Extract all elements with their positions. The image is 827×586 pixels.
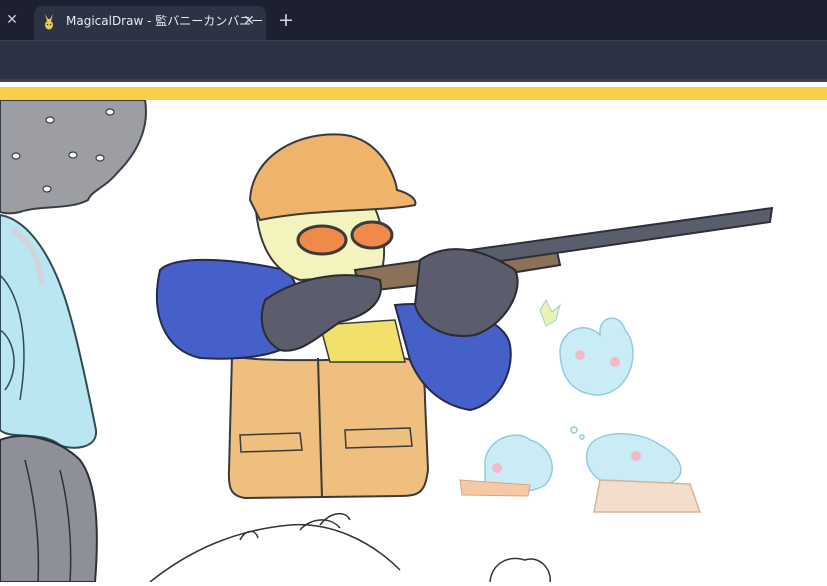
site-header-accent-bar bbox=[0, 87, 827, 100]
tab-magicaldraw[interactable]: MagicalDraw - 監バニーカンバニー ✕ bbox=[34, 6, 266, 40]
browser-tab-strip: ✕ MagicalDraw - 監バニーカンバニー ✕ + bbox=[0, 0, 827, 40]
grey-hair-sketch bbox=[0, 99, 147, 215]
hunter-character bbox=[155, 133, 774, 500]
illustration bbox=[0, 99, 774, 583]
drawing-canvas[interactable] bbox=[0, 99, 827, 583]
previous-tab-close-icon[interactable]: ✕ bbox=[2, 10, 22, 30]
teal-hair-character bbox=[0, 213, 98, 583]
tab-close-icon[interactable]: ✕ bbox=[239, 11, 259, 31]
browser-toolbar bbox=[0, 40, 827, 82]
bottom-sketches bbox=[149, 513, 551, 583]
tab-title: MagicalDraw - 監バニーカンバニー bbox=[66, 14, 264, 28]
rabbit-icon bbox=[45, 14, 53, 30]
new-tab-plus-icon[interactable]: + bbox=[274, 9, 298, 31]
